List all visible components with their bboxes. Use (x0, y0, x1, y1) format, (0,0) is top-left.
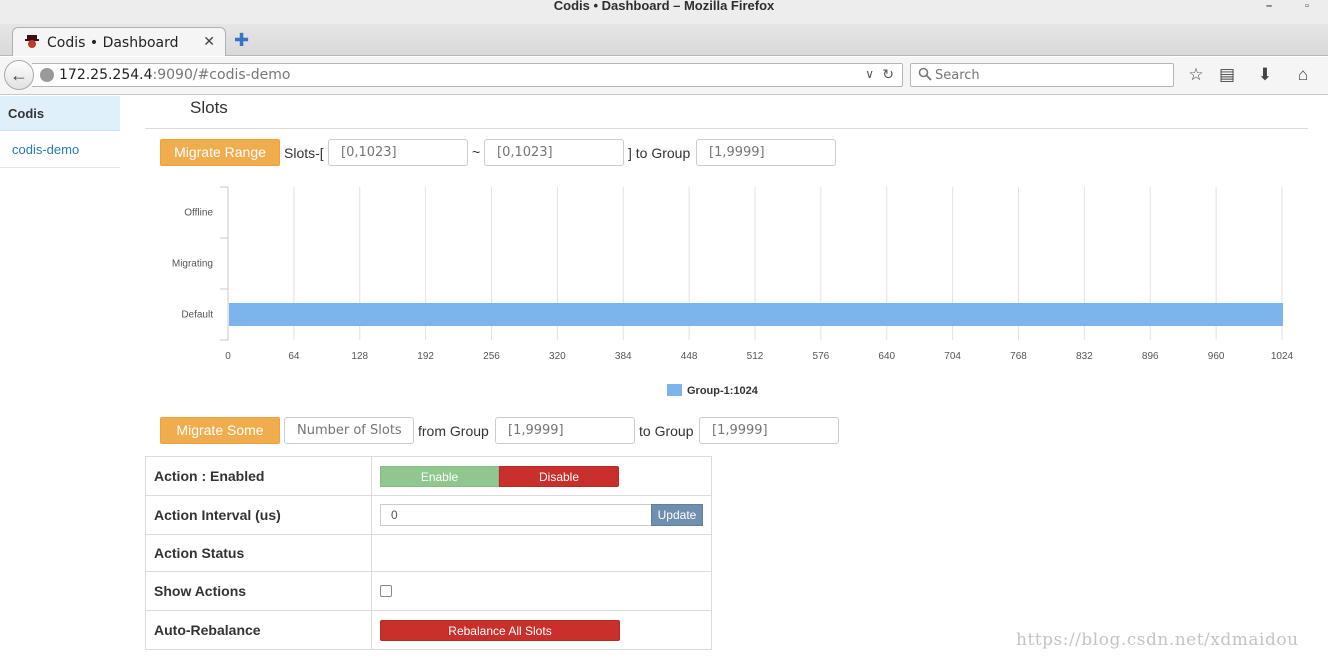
back-arrow-icon: ← (10, 65, 28, 85)
tab-codis-dashboard[interactable]: Codis • Dashboard ✕ (12, 27, 226, 56)
action-interval-label: Action Interval (us) (145, 495, 372, 535)
migrate-some-button[interactable]: Migrate Some (160, 417, 280, 444)
x-tick-label: 896 (1142, 351, 1159, 362)
range-to-input[interactable] (484, 139, 624, 166)
x-tick-label: 256 (483, 351, 500, 362)
auto-rebalance-cell: Rebalance All Slots (371, 610, 712, 650)
range-group-input[interactable] (696, 139, 836, 166)
sidebar-item-codis-demo[interactable]: codis-demo (0, 131, 120, 168)
auto-rebalance-label: Auto-Rebalance (145, 610, 372, 650)
update-button[interactable]: Update (651, 504, 703, 526)
new-tab-icon[interactable]: ✚ (234, 30, 249, 51)
legend-item[interactable]: Group-1:1024 (687, 385, 759, 397)
page-title: Slots (190, 98, 228, 117)
url-bar[interactable]: 172.25.254.4:9090/#codis-demo ∨ ↻ (32, 63, 903, 87)
minimize-icon[interactable]: – (1262, 0, 1276, 13)
x-tick-label: 0 (225, 351, 231, 362)
home-icon[interactable]: ⌂ (1293, 66, 1313, 86)
url-host: 172.25.254.4 (59, 67, 153, 83)
table-row: Action Interval (us) 0 Update (145, 495, 712, 535)
number-of-slots-input[interactable] (284, 417, 414, 444)
disable-button[interactable]: Disable (499, 465, 619, 487)
site-identity-icon[interactable] (40, 68, 54, 82)
y-axis-labels: Offline Migrating Default (172, 208, 214, 321)
range-from-input[interactable] (328, 139, 468, 166)
enable-button[interactable]: Enable (380, 465, 499, 487)
search-bar[interactable] (910, 63, 1174, 87)
window-titlebar: Codis • Dashboard – Mozilla Firefox – ▫ (0, 0, 1328, 24)
table-row: Auto-Rebalance Rebalance All Slots (145, 610, 712, 650)
x-tick-label: 640 (878, 351, 895, 362)
y-category-label: Migrating (172, 259, 213, 270)
tab-label: Codis • Dashboard (47, 35, 179, 51)
chart-bars (229, 303, 1283, 326)
x-tick-label: 192 (417, 351, 434, 362)
maximize-icon[interactable]: ▫ (1300, 0, 1314, 13)
x-tick-label: 448 (681, 351, 698, 362)
url-path: :9090/#codis-demo (152, 67, 291, 83)
show-actions-checkbox[interactable] (380, 585, 392, 597)
reload-icon[interactable]: ↻ (882, 66, 894, 83)
to-group-label: to Group (639, 423, 694, 439)
x-tick-label: 64 (288, 351, 300, 362)
x-tick-label: 576 (813, 351, 830, 362)
rebalance-all-slots-button[interactable]: Rebalance All Slots (380, 619, 620, 641)
x-axis-labels: 0 64 128 192 256 320 384 448 512 576 640 704 768 832 8… (225, 351, 1293, 362)
slots-prefix-label: Slots-[ (284, 145, 324, 161)
x-tick-label: 320 (549, 351, 566, 362)
action-status-cell (371, 534, 712, 572)
search-icon (918, 67, 932, 81)
search-input[interactable] (935, 66, 1165, 84)
window-title: Codis • Dashboard – Mozilla Firefox (553, 0, 775, 13)
x-tick-label: 832 (1076, 351, 1093, 362)
url-history-dropdown-icon[interactable]: ∨ (865, 67, 874, 81)
codis-favicon-icon (25, 35, 39, 48)
x-tick-label: 704 (944, 351, 961, 362)
y-category-label: Default (181, 310, 213, 321)
table-row: Show Actions (145, 571, 712, 611)
action-enabled-label: Action : Enabled (145, 456, 372, 496)
bookmarks-menu-icon[interactable]: ▤ (1217, 66, 1237, 86)
watermark-text: https://blog.csdn.net/xdmaidou (1016, 630, 1299, 650)
navigation-toolbar: 172.25.254.4:9090/#codis-demo ∨ ↻ ← ☆ ▤ … (0, 57, 1328, 95)
table-row: Action Status (145, 534, 712, 572)
x-tick-label: 512 (747, 351, 764, 362)
chart-legend[interactable]: Group-1:1024 (667, 384, 759, 397)
x-tick-label: 960 (1208, 351, 1225, 362)
slots-chart: Offline Migrating Default 0 64 128 192 256 320 3… (172, 186, 1294, 397)
action-status-label: Action Status (145, 534, 372, 572)
sidebar-brand[interactable]: Codis (0, 96, 120, 131)
downloads-icon[interactable]: ⬇ (1255, 66, 1275, 86)
show-actions-label: Show Actions (145, 571, 372, 611)
action-enabled-cell: Enable Disable (371, 456, 712, 496)
migrate-range-button[interactable]: Migrate Range (160, 139, 280, 166)
x-tick-label: 768 (1010, 351, 1027, 362)
tab-strip: Codis • Dashboard ✕ ✚ (0, 24, 1328, 56)
bar-default (229, 303, 1283, 326)
show-actions-cell (371, 571, 712, 611)
range-to-group-label: ] to Group (628, 145, 691, 161)
range-tilde-label: ~ (472, 144, 481, 160)
table-row: Action : Enabled Enable Disable (145, 456, 712, 496)
url-text[interactable]: 172.25.254.4:9090/#codis-demo (59, 67, 290, 83)
to-group-input[interactable] (699, 417, 839, 444)
from-group-input[interactable] (495, 417, 635, 444)
from-group-label: from Group (418, 423, 489, 439)
action-interval-cell: 0 Update (371, 495, 712, 535)
action-table: Action : Enabled Enable Disable Action I… (145, 456, 712, 650)
action-interval-input[interactable]: 0 (380, 504, 652, 526)
x-tick-label: 384 (615, 351, 632, 362)
y-category-label: Offline (184, 208, 213, 219)
sidebar: Codis codis-demo (0, 96, 120, 660)
bookmark-star-icon[interactable]: ☆ (1186, 66, 1206, 86)
back-button[interactable]: ← (4, 60, 34, 90)
x-tick-label: 128 (351, 351, 368, 362)
x-tick-label: 1024 (1271, 351, 1294, 362)
close-tab-icon[interactable]: ✕ (203, 33, 215, 50)
legend-swatch (667, 384, 682, 396)
title-divider (145, 128, 1308, 129)
